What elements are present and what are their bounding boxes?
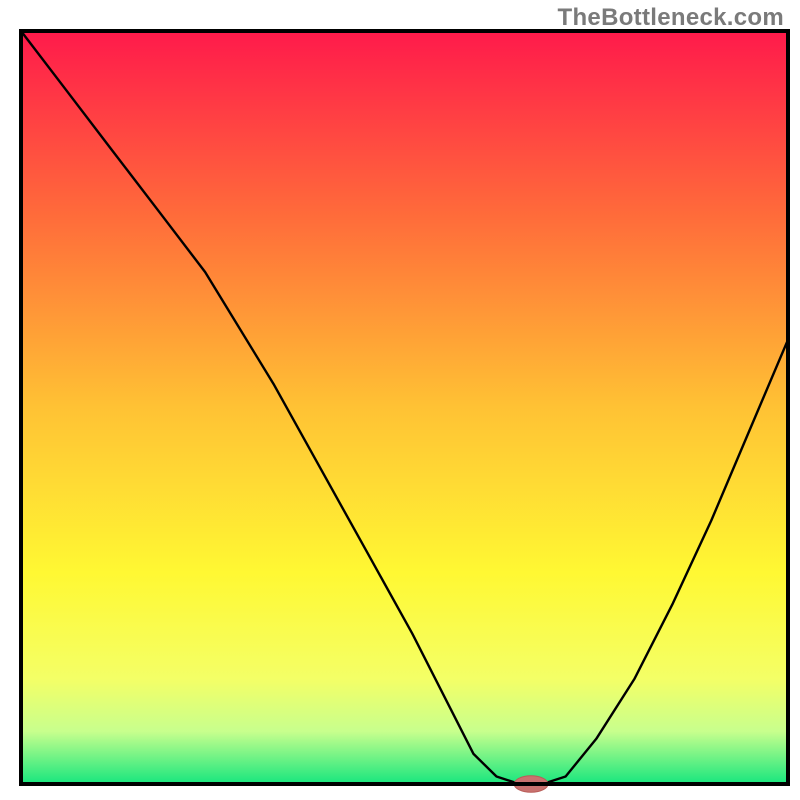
gradient-background: [21, 31, 788, 784]
bottleneck-chart: [0, 0, 800, 800]
plot-area: [21, 31, 788, 792]
watermark-label: TheBottleneck.com: [558, 4, 784, 32]
